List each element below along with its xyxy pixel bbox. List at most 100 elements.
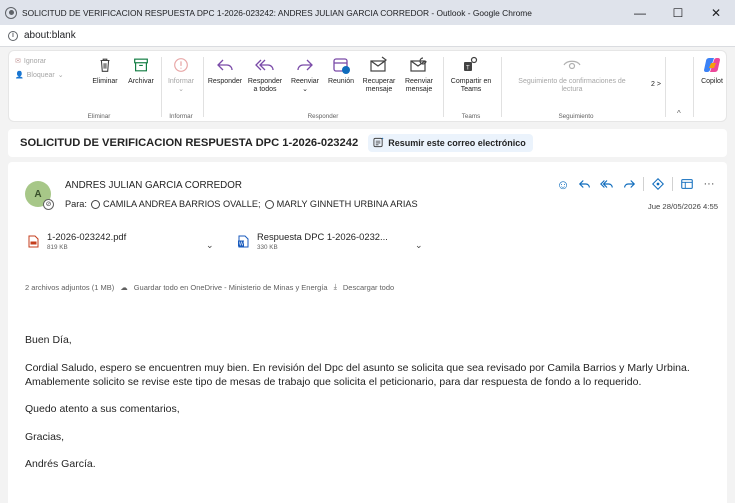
attachment-meta: Respuesta DPC 1-2026-0232... 330 KB (257, 231, 388, 251)
group-label-responder: Responder (307, 113, 339, 120)
presence-blocked-icon: ⊘ (43, 199, 54, 210)
group-label-informar: Informar (169, 113, 193, 120)
reply-button[interactable]: Responder (205, 55, 245, 86)
recall-envelope-icon (359, 55, 399, 75)
meeting-button[interactable]: Reunión (323, 55, 359, 86)
word-file-icon: W (238, 235, 249, 248)
site-info-icon[interactable]: i (8, 30, 18, 41)
teams-icon: T (443, 55, 499, 75)
svg-text:T: T (466, 66, 470, 72)
ribbon-separator (693, 57, 694, 117)
block-button[interactable]: 👤 Bloquear ⌄ (15, 71, 64, 80)
body-greeting: Buen Día, (25, 334, 72, 346)
recipient-chip[interactable]: CAMILA ANDREA BARRIOS OVALLE; (91, 199, 261, 209)
recall-message-button[interactable]: Recuperar mensaje (359, 55, 399, 94)
cloud-icon: ☁ (120, 282, 128, 292)
attachments-summary: 2 archivos adjuntos (1 MB) ☁ Guardar tod… (25, 282, 394, 292)
chevron-down-icon[interactable]: ⌄ (206, 240, 214, 251)
forward-icon[interactable] (621, 176, 637, 192)
window-controls: — ☐ ✕ (621, 0, 735, 25)
recipient-chip[interactable]: MARLY GINNETH URBINA ARIAS (265, 199, 418, 209)
delete-button[interactable]: Eliminar (85, 55, 125, 86)
body-signature: Andrés García. (25, 458, 96, 470)
ribbon-group-teams: T Compartir en Teams Teams (443, 51, 499, 123)
ribbon-group-informar: Informar ⌄ Informar (161, 51, 201, 123)
attachment-card[interactable]: 1-2026-023242.pdf 819 KB ⌄ (25, 228, 225, 262)
chevron-down-icon: ⌄ (57, 72, 64, 79)
pdf-file-icon (28, 235, 39, 248)
calendar-reply-icon (323, 55, 359, 75)
recipients-line: Para: CAMILA ANDREA BARRIOS OVALLE; MARL… (65, 199, 418, 209)
share-teams-button[interactable]: T Compartir en Teams (443, 55, 499, 94)
body-closing: Quedo atento a sus comentarios, (25, 403, 180, 415)
reply-icon (205, 55, 245, 75)
sender-name[interactable]: ANDRES JULIAN GARCIA CORREDOR (65, 180, 242, 191)
attachment-card[interactable]: W Respuesta DPC 1-2026-0232... 330 KB ⌄ (235, 228, 435, 262)
address-bar[interactable]: i about:blank (0, 25, 735, 47)
to-label: Para: (65, 199, 87, 209)
message-subject: SOLICITUD DE VERIFICACION RESPUESTA DPC … (20, 137, 359, 149)
archive-icon (123, 55, 159, 75)
attachment-count: 2 archivos adjuntos (1 MB) (25, 282, 115, 292)
save-onedrive-link[interactable]: Guardar todo en OneDrive - Ministerio de… (134, 283, 328, 292)
avatar[interactable]: A ⊘ (25, 181, 54, 210)
summarize-icon (373, 137, 384, 150)
read-receipt-tracking-button[interactable]: Seguimiento de confirmaciones de lectura (507, 55, 637, 94)
reading-pane: A ⊘ ANDRES JULIAN GARCIA CORREDOR Para: … (8, 162, 727, 503)
loop-icon[interactable] (650, 176, 666, 192)
message-body: Buen Día, Cordial Saludo, espero se encu… (25, 333, 715, 485)
attachment-name: 1-2026-023242.pdf (47, 231, 127, 242)
summarize-button[interactable]: Resumir este correo electrónico (368, 134, 533, 152)
ribbon-group-seguimiento: Seguimiento de confirmaciones de lectura… (501, 51, 651, 123)
chevron-down-icon[interactable]: ⌄ (415, 240, 423, 251)
reply-all-icon[interactable] (599, 176, 615, 192)
copilot-icon (695, 55, 729, 75)
attachment-size: 819 KB (47, 244, 68, 251)
archive-button[interactable]: Archivar (123, 55, 159, 86)
resend-envelope-icon (399, 55, 439, 75)
more-commands-button[interactable]: 2 > (649, 81, 663, 89)
forward-button[interactable]: Reenviar ⌄ (287, 55, 323, 94)
more-actions-icon[interactable]: ··· (701, 176, 717, 192)
forward-icon (287, 55, 323, 75)
close-button[interactable]: ✕ (697, 0, 735, 25)
window-title: SOLICITUD DE VERIFICACION RESPUESTA DPC … (22, 7, 532, 18)
report-shield-icon (161, 55, 201, 75)
action-separator (643, 177, 644, 191)
message-actions: ☺ ··· (555, 176, 717, 192)
ignore-icon: ✉ (15, 58, 21, 65)
trash-icon (85, 55, 125, 75)
reply-all-button[interactable]: Responder a todos (245, 55, 285, 94)
window-titlebar: SOLICITUD DE VERIFICACION RESPUESTA DPC … (0, 0, 735, 25)
chrome-favicon-icon (5, 6, 17, 19)
emoji-reaction-icon[interactable]: ☺ (555, 176, 571, 192)
body-thanks: Gracias, (25, 430, 65, 443)
body-paragraph: Cordial Saludo, espero se encuentren muy… (25, 361, 690, 388)
report-button[interactable]: Informar ⌄ (161, 55, 201, 94)
download-icon: ⤓ (333, 282, 337, 291)
maximize-button[interactable]: ☐ (659, 0, 697, 25)
group-label-teams: Teams (461, 113, 481, 120)
ignore-button[interactable]: ✉ Ignorar (15, 57, 46, 66)
copilot-button[interactable]: Copilot (695, 55, 729, 86)
resend-message-button[interactable]: Reenviar mensaje (399, 55, 439, 94)
ribbon-separator (665, 57, 666, 117)
chevron-down-icon: ⌄ (302, 86, 308, 93)
group-label-seguimiento: Seguimiento (558, 113, 594, 120)
attachment-meta: 1-2026-023242.pdf 819 KB (47, 231, 126, 251)
minimize-button[interactable]: — (621, 0, 659, 25)
action-separator (672, 177, 673, 191)
message-date: Jue 28/05/2026 4:55 (647, 202, 718, 211)
reply-icon[interactable] (577, 176, 593, 192)
reply-all-icon (245, 55, 285, 75)
subject-bar: SOLICITUD DE VERIFICACION RESPUESTA DPC … (8, 129, 727, 157)
ribbon-toolbar: ✉ Ignorar 👤 Bloquear ⌄ Eliminar Archivar… (8, 50, 727, 122)
attachment-name: Respuesta DPC 1-2026-0232... (257, 231, 388, 242)
immersive-reader-icon[interactable] (679, 176, 695, 192)
svg-text:W: W (239, 242, 244, 248)
chevron-down-icon: ⌄ (178, 86, 184, 93)
collapse-ribbon-icon[interactable]: ^ (677, 109, 681, 118)
address-url[interactable]: about:blank (24, 30, 76, 41)
download-all-link[interactable]: Descargar todo (343, 283, 394, 292)
eye-icon (507, 55, 637, 75)
